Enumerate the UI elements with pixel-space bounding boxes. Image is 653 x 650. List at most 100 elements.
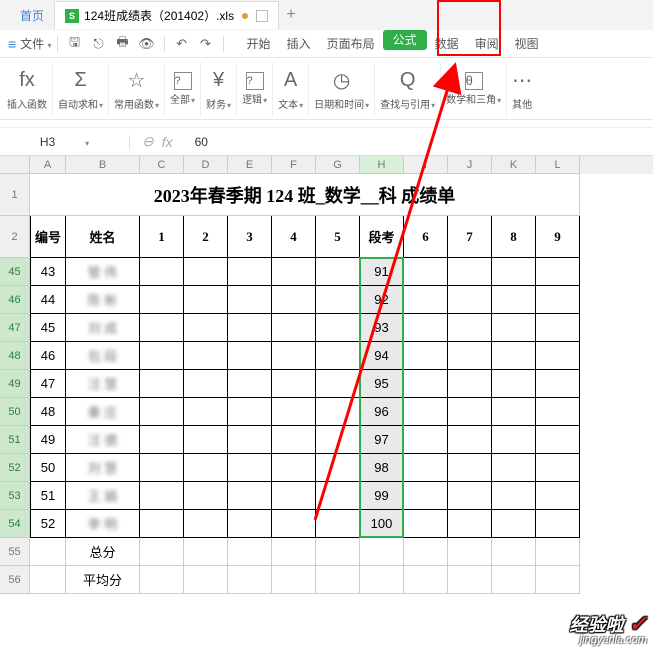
- data-cell[interactable]: 包 段: [66, 342, 140, 370]
- data-cell[interactable]: [536, 398, 580, 426]
- grp-logic[interactable]: ?逻辑: [237, 62, 273, 116]
- data-cell[interactable]: [140, 454, 184, 482]
- grp-autosum[interactable]: Σ自动求和: [53, 62, 109, 116]
- header-cell-H[interactable]: 段考: [360, 216, 404, 258]
- data-cell[interactable]: [228, 454, 272, 482]
- data-cell[interactable]: [272, 454, 316, 482]
- col-header-B[interactable]: B: [66, 156, 140, 174]
- data-cell[interactable]: [536, 286, 580, 314]
- footer-cell[interactable]: [492, 566, 536, 594]
- col-header-L[interactable]: L: [536, 156, 580, 174]
- data-cell[interactable]: 46: [30, 342, 66, 370]
- footer-cell[interactable]: [536, 538, 580, 566]
- data-cell[interactable]: [404, 342, 448, 370]
- data-cell[interactable]: [272, 342, 316, 370]
- grp-math[interactable]: θ数学和三角: [441, 62, 507, 116]
- data-cell[interactable]: [448, 286, 492, 314]
- data-cell[interactable]: [536, 314, 580, 342]
- tab-home[interactable]: 首页: [10, 1, 54, 29]
- undo-icon[interactable]: ↶: [173, 35, 191, 53]
- footer-cell[interactable]: [30, 566, 66, 594]
- data-cell[interactable]: [404, 482, 448, 510]
- col-header-J[interactable]: J: [448, 156, 492, 174]
- data-cell[interactable]: [228, 510, 272, 538]
- data-cell[interactable]: 96: [360, 398, 404, 426]
- data-cell[interactable]: [184, 454, 228, 482]
- footer-cell[interactable]: [360, 566, 404, 594]
- data-cell[interactable]: [536, 342, 580, 370]
- data-cell[interactable]: [492, 258, 536, 286]
- data-cell[interactable]: [140, 510, 184, 538]
- data-cell[interactable]: 99: [360, 482, 404, 510]
- data-cell[interactable]: [140, 258, 184, 286]
- data-cell[interactable]: [404, 286, 448, 314]
- data-cell[interactable]: 51: [30, 482, 66, 510]
- data-cell[interactable]: [184, 342, 228, 370]
- footer-cell[interactable]: [30, 538, 66, 566]
- col-header-I[interactable]: I: [404, 156, 448, 174]
- data-cell[interactable]: [228, 342, 272, 370]
- data-cell[interactable]: 94: [360, 342, 404, 370]
- zoom-out-icon[interactable]: ⊖: [142, 133, 154, 150]
- redo-icon[interactable]: ↷: [197, 35, 215, 53]
- data-cell[interactable]: [448, 454, 492, 482]
- footer-cell[interactable]: [140, 538, 184, 566]
- data-cell[interactable]: [492, 510, 536, 538]
- col-header-K[interactable]: K: [492, 156, 536, 174]
- data-cell[interactable]: [404, 454, 448, 482]
- data-cell[interactable]: [228, 286, 272, 314]
- header-cell-J[interactable]: 7: [448, 216, 492, 258]
- row-header[interactable]: 53: [0, 482, 30, 510]
- header-cell-E[interactable]: 3: [228, 216, 272, 258]
- row-header[interactable]: 52: [0, 454, 30, 482]
- data-cell[interactable]: [448, 258, 492, 286]
- data-cell[interactable]: [536, 426, 580, 454]
- row-header[interactable]: 51: [0, 426, 30, 454]
- row-header[interactable]: 45: [0, 258, 30, 286]
- data-cell[interactable]: [404, 426, 448, 454]
- cell-reference[interactable]: H3▾: [0, 135, 130, 149]
- data-cell[interactable]: [448, 510, 492, 538]
- tab-new[interactable]: +: [279, 1, 303, 29]
- print-icon[interactable]: 🖶: [114, 35, 132, 53]
- grp-lookup[interactable]: Q查找与引用: [375, 62, 441, 116]
- data-cell[interactable]: [184, 398, 228, 426]
- data-cell[interactable]: 52: [30, 510, 66, 538]
- footer-cell[interactable]: [184, 566, 228, 594]
- data-cell[interactable]: [184, 286, 228, 314]
- fx-icon-small[interactable]: fx: [162, 134, 173, 150]
- data-cell[interactable]: [272, 426, 316, 454]
- data-cell[interactable]: [448, 370, 492, 398]
- footer-cell[interactable]: [360, 538, 404, 566]
- data-cell[interactable]: 陈 彬: [66, 286, 140, 314]
- data-cell[interactable]: 92: [360, 286, 404, 314]
- footer-cell[interactable]: [492, 538, 536, 566]
- footer-cell[interactable]: [448, 566, 492, 594]
- footer-cell[interactable]: 总分: [66, 538, 140, 566]
- data-cell[interactable]: 汪 慧: [66, 370, 140, 398]
- data-cell[interactable]: 刘 慧: [66, 454, 140, 482]
- hamburger-icon[interactable]: ≡: [8, 36, 16, 52]
- footer-cell[interactable]: 平均分: [66, 566, 140, 594]
- data-cell[interactable]: 100: [360, 510, 404, 538]
- data-cell[interactable]: 李 明: [66, 510, 140, 538]
- data-cell[interactable]: [492, 482, 536, 510]
- data-cell[interactable]: [140, 314, 184, 342]
- data-cell[interactable]: [316, 482, 360, 510]
- footer-cell[interactable]: [272, 566, 316, 594]
- grp-common[interactable]: ☆常用函数: [109, 62, 165, 116]
- row-header[interactable]: 50: [0, 398, 30, 426]
- grp-all[interactable]: ?全部: [165, 62, 201, 116]
- data-cell[interactable]: [316, 342, 360, 370]
- grp-other[interactable]: ⋯其他: [507, 62, 537, 116]
- data-cell[interactable]: [272, 314, 316, 342]
- data-cell[interactable]: [492, 286, 536, 314]
- header-cell-F[interactable]: 4: [272, 216, 316, 258]
- header-cell-C[interactable]: 1: [140, 216, 184, 258]
- header-cell-G[interactable]: 5: [316, 216, 360, 258]
- data-cell[interactable]: [536, 510, 580, 538]
- col-header-E[interactable]: E: [228, 156, 272, 174]
- grp-text[interactable]: A文本: [273, 62, 309, 116]
- data-cell[interactable]: 49: [30, 426, 66, 454]
- data-cell[interactable]: [272, 370, 316, 398]
